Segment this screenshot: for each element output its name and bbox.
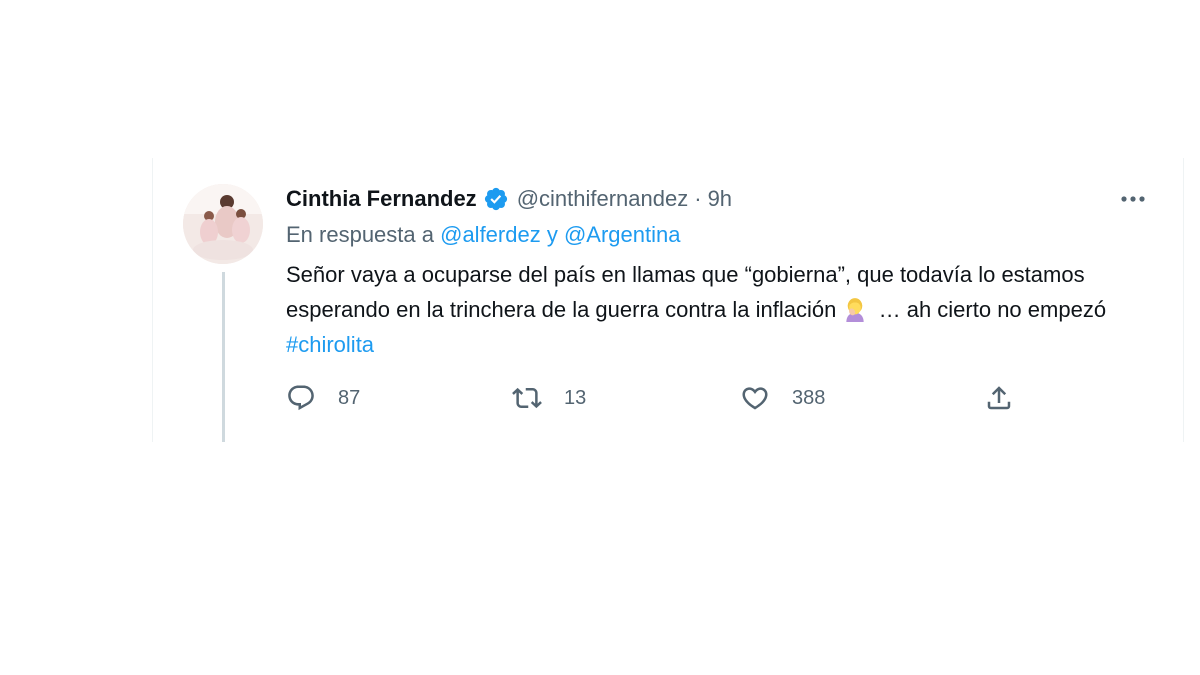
reply-context: En respuesta a @alferdez y @Argentina — [286, 222, 680, 248]
more-options-icon — [1121, 196, 1145, 202]
reply-icon — [288, 385, 314, 411]
tweet-header: Cinthia Fernandez @cinthifernandez · 9h — [286, 183, 732, 215]
retweet-button[interactable]: 13 — [512, 380, 586, 416]
reply-button[interactable]: 87 — [286, 380, 360, 416]
reply-conjunction: y — [546, 222, 558, 247]
user-handle[interactable]: @cinthifernandez — [517, 186, 689, 212]
separator-dot: · — [694, 186, 702, 211]
tweet-text: Señor vaya a ocuparse del país en llamas… — [286, 257, 1166, 362]
more-options-button[interactable] — [1115, 186, 1151, 212]
display-name[interactable]: Cinthia Fernandez — [286, 186, 477, 212]
reply-prefix: En respuesta a — [286, 222, 434, 247]
thread-line — [222, 272, 225, 442]
woman-facepalming-emoji — [846, 298, 865, 322]
share-icon — [987, 386, 1011, 410]
reply-count: 87 — [338, 386, 361, 409]
tweet-card[interactable]: Cinthia Fernandez @cinthifernandez · 9h … — [152, 158, 1184, 442]
like-button[interactable]: 388 — [740, 380, 825, 416]
reply-user-link-alferdez[interactable]: @alferdez — [440, 222, 541, 247]
hashtag-link[interactable]: #chirolita — [286, 332, 374, 357]
avatar[interactable] — [183, 184, 263, 264]
tweet-text-part-2: … ah cierto no empezó — [878, 297, 1107, 322]
heart-icon — [742, 387, 768, 410]
retweet-icon — [512, 387, 542, 409]
share-button[interactable] — [984, 380, 1014, 416]
tweet-actions: 87 13 388 — [286, 380, 1026, 416]
reply-user-link-argentina[interactable]: @Argentina — [564, 222, 681, 247]
tweet-timestamp[interactable]: 9h — [708, 186, 732, 212]
like-count: 388 — [792, 386, 826, 409]
verified-badge-icon — [484, 187, 507, 211]
avatar-photo — [183, 184, 263, 264]
retweet-count: 13 — [564, 386, 587, 409]
